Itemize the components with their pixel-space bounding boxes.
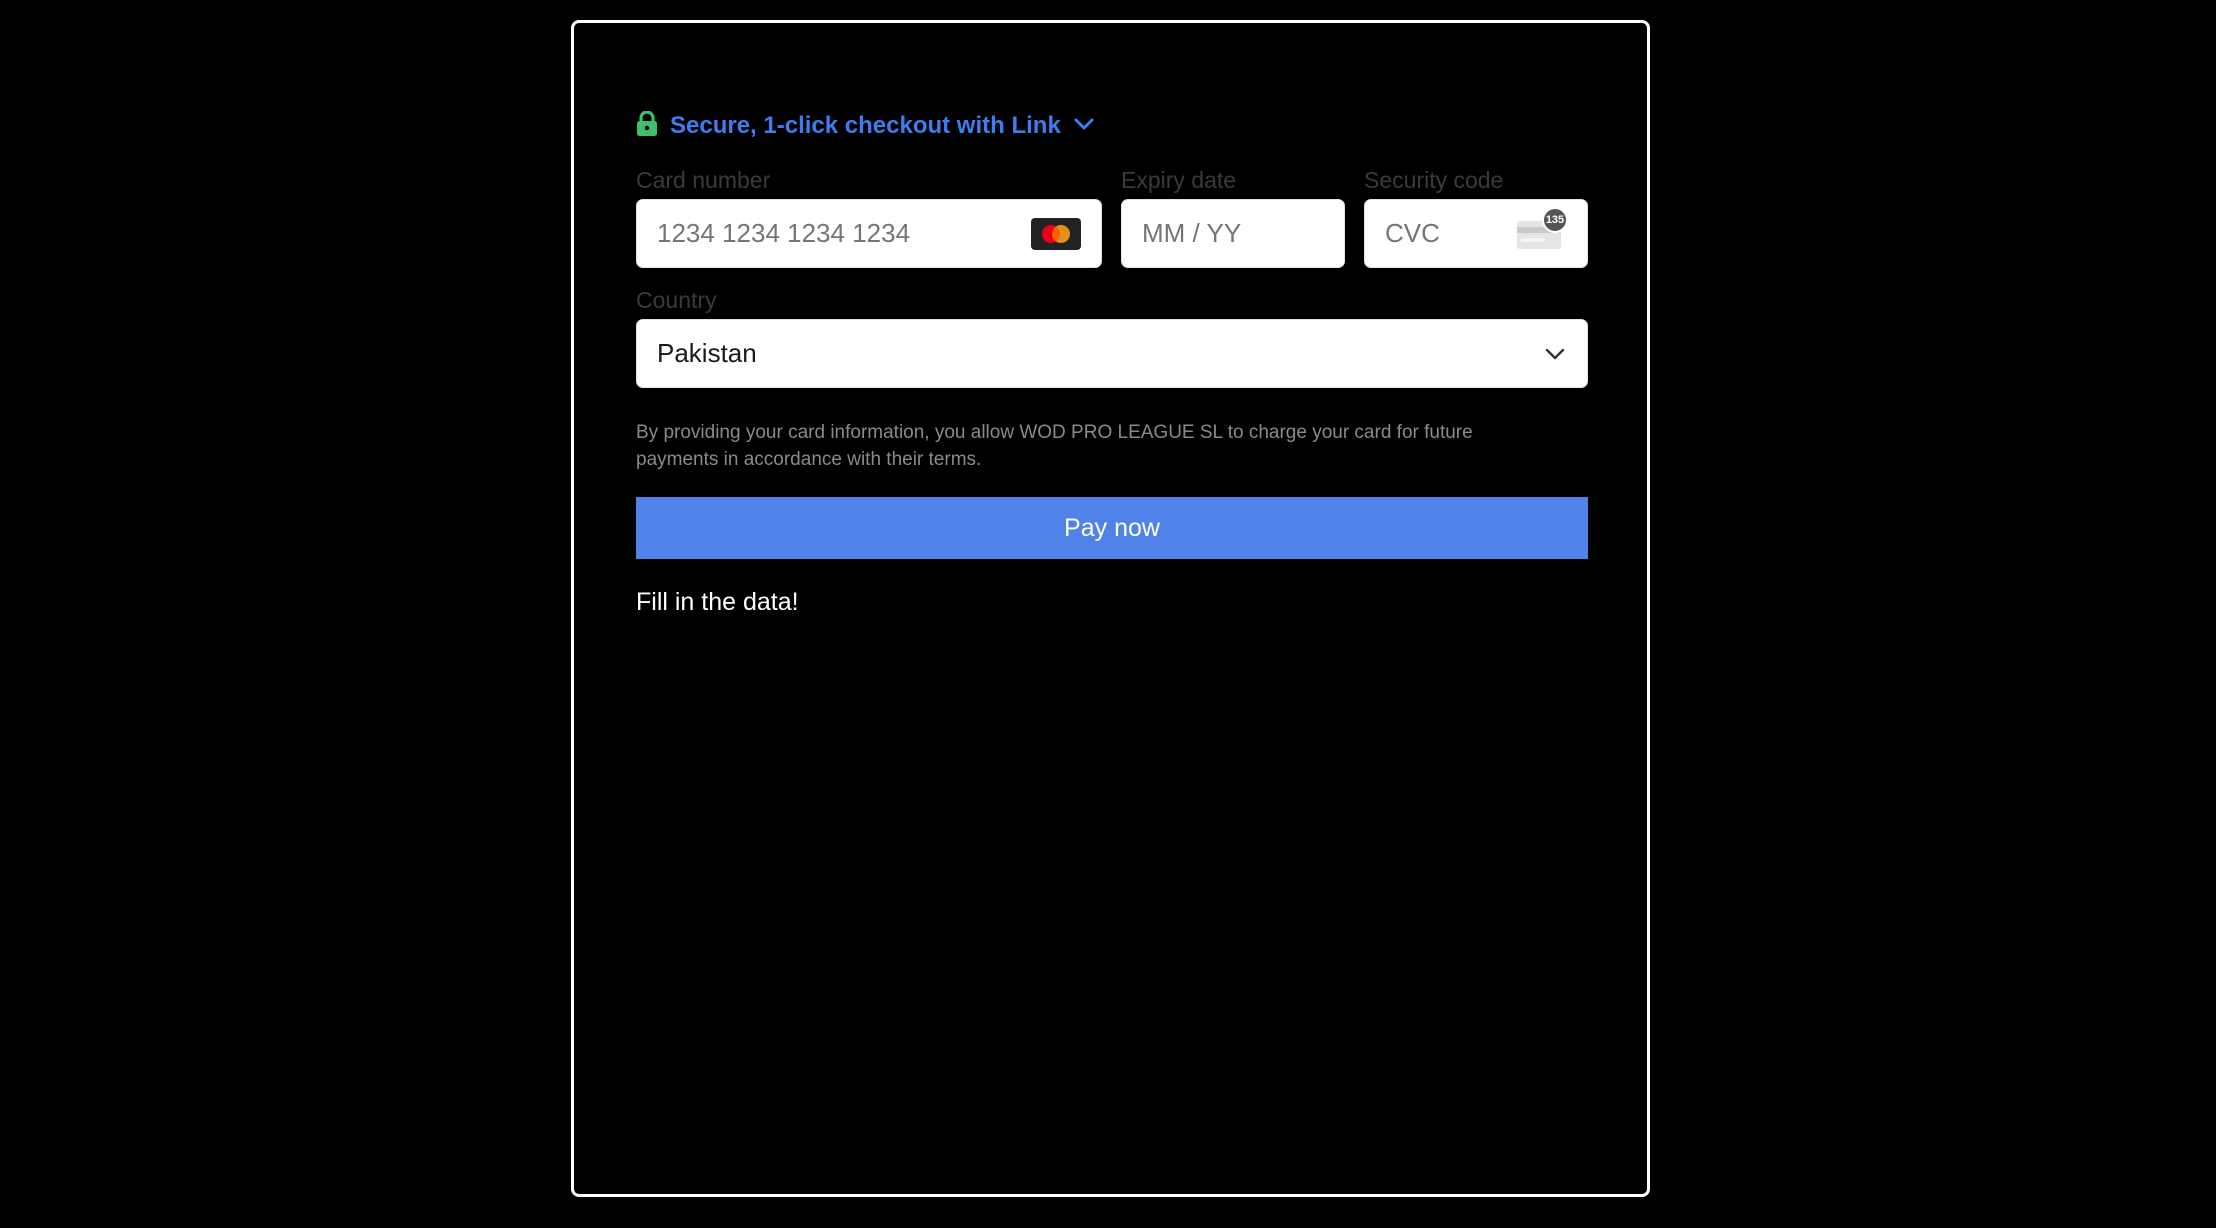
country-select[interactable]: Pakistan xyxy=(636,319,1588,388)
security-code-input[interactable] xyxy=(1365,200,1517,267)
country-selected-value: Pakistan xyxy=(657,338,757,368)
card-number-field[interactable] xyxy=(636,199,1102,268)
lock-icon xyxy=(636,109,658,142)
status-message: Fill in the data! xyxy=(636,588,799,616)
security-code-label: Security code xyxy=(1364,167,1504,193)
mastercard-icon xyxy=(1031,217,1081,250)
pay-now-button[interactable]: Pay now xyxy=(636,497,1588,559)
card-number-input[interactable] xyxy=(637,200,1031,267)
expiry-date-field[interactable] xyxy=(1121,199,1345,268)
link-checkout-label: Secure, 1-click checkout with Link xyxy=(670,112,1061,139)
chevron-down-icon xyxy=(1545,348,1565,360)
consent-text: By providing your card information, you … xyxy=(636,422,1473,470)
cvc-hint-badge: 135 xyxy=(1542,206,1568,233)
cvc-card-icon: 135 xyxy=(1517,206,1568,251)
country-label: Country xyxy=(636,287,717,313)
security-code-field[interactable]: 135 xyxy=(1364,199,1588,268)
chevron-down-icon xyxy=(1073,117,1095,136)
card-number-label: Card number xyxy=(636,167,771,193)
expiry-date-input[interactable] xyxy=(1122,200,1344,267)
link-checkout-toggle[interactable]: Secure, 1-click checkout with Link xyxy=(636,109,1095,142)
expiry-date-label: Expiry date xyxy=(1121,167,1237,193)
